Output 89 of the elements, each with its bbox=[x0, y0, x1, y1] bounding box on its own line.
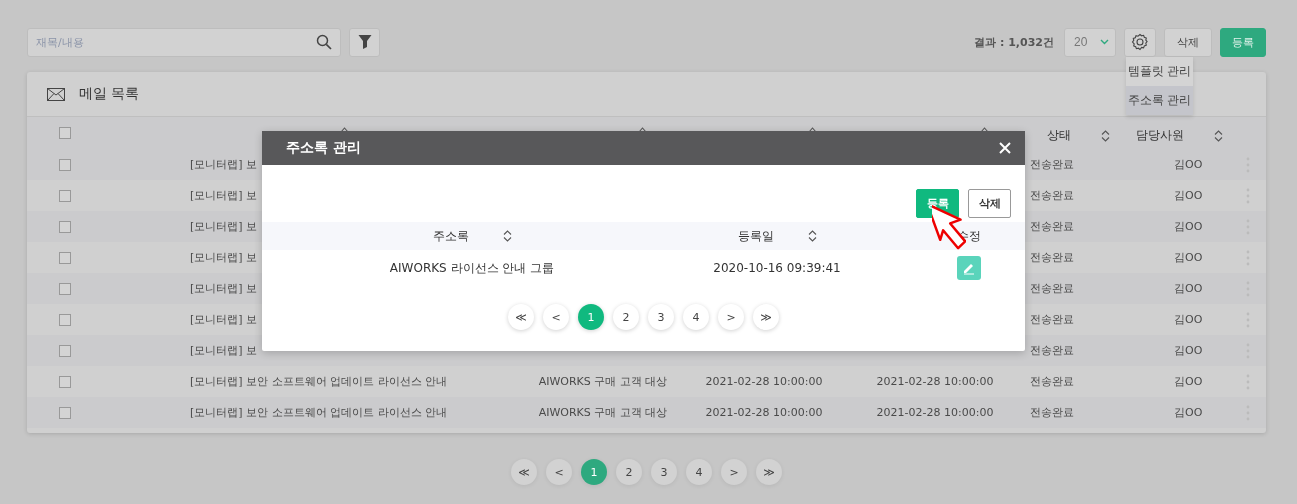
table-cell: AIWORKS 라이선스 안내 그룹 bbox=[389, 259, 555, 277]
page-button[interactable]: 3 bbox=[651, 459, 677, 485]
menu-item[interactable]: 주소록 관리 bbox=[1126, 86, 1193, 115]
filter-button[interactable] bbox=[349, 27, 380, 57]
page-button[interactable]: 2 bbox=[613, 304, 639, 330]
checkbox[interactable] bbox=[58, 158, 71, 171]
page-button[interactable]: ≪ bbox=[508, 304, 534, 330]
page-button[interactable]: < bbox=[546, 459, 572, 485]
table-cell: AIWORKS 구매 고객 대상 bbox=[538, 405, 668, 420]
result-count: 결과 : 1,032건 bbox=[974, 34, 1054, 50]
table-cell: 전송완료 bbox=[1030, 188, 1074, 203]
checkbox[interactable] bbox=[58, 189, 71, 202]
checkbox[interactable] bbox=[58, 375, 71, 388]
table-cell: 전송완료 bbox=[1030, 343, 1074, 358]
checkbox[interactable] bbox=[58, 127, 71, 139]
menu-item[interactable]: 템플릿 관리 bbox=[1126, 57, 1193, 86]
column-header: 상태 bbox=[1046, 127, 1071, 144]
column-header: 등록일 bbox=[737, 227, 774, 245]
table-cell: 전송완료 bbox=[1030, 405, 1074, 420]
table-cell: 전송완료 bbox=[1030, 157, 1074, 172]
table-cell: [모니터랩] 보 bbox=[190, 343, 258, 358]
column-header: 담당사원 bbox=[1135, 127, 1184, 144]
table-cell: 전송완료 bbox=[1030, 250, 1074, 265]
table-cell: 김OO bbox=[1174, 343, 1203, 358]
checkbox[interactable] bbox=[58, 220, 71, 233]
page-button[interactable]: ≫ bbox=[753, 304, 779, 330]
table-cell: 김OO bbox=[1174, 281, 1203, 296]
table-cell: 김OO bbox=[1174, 219, 1203, 234]
table-cell: 김OO bbox=[1174, 405, 1203, 420]
sort-icon[interactable] bbox=[1213, 129, 1223, 142]
filter-icon bbox=[357, 34, 372, 50]
table-cell: 김OO bbox=[1174, 250, 1203, 265]
table-cell: 전송완료 bbox=[1030, 374, 1074, 389]
table-cell: [모니터랩] 보 bbox=[190, 312, 258, 327]
search-field[interactable]: 재목/내용 bbox=[27, 27, 341, 57]
chevron-down-icon bbox=[1100, 39, 1109, 45]
table-cell: [모니터랩] 보 bbox=[190, 219, 258, 234]
page-button[interactable]: > bbox=[718, 304, 744, 330]
checkbox[interactable] bbox=[58, 282, 71, 295]
sort-up-icon[interactable] bbox=[638, 127, 647, 133]
column-header: 주소록 bbox=[432, 227, 469, 245]
sort-icon[interactable] bbox=[502, 230, 512, 242]
page-button[interactable]: > bbox=[721, 459, 747, 485]
sort-icon[interactable] bbox=[807, 230, 817, 242]
page-button[interactable]: 2 bbox=[616, 459, 642, 485]
table-cell: 김OO bbox=[1174, 374, 1203, 389]
sort-up-icon[interactable] bbox=[980, 127, 989, 133]
table-cell: 2021-02-28 10:00:00 bbox=[705, 406, 823, 419]
sort-icon[interactable] bbox=[1100, 129, 1110, 142]
table-cell: 김OO bbox=[1174, 188, 1203, 203]
table-cell: [모니터랩] 보 bbox=[190, 281, 258, 296]
card-title: 메일 목록 bbox=[79, 85, 140, 103]
page-button[interactable]: ≫ bbox=[756, 459, 782, 485]
checkbox[interactable] bbox=[58, 406, 71, 419]
table-cell: 2020-10-16 09:39:41 bbox=[713, 261, 841, 275]
table-cell: [모니터랩] 보 bbox=[190, 250, 258, 265]
table-cell: 전송완료 bbox=[1030, 312, 1074, 327]
table-cell: [모니터랩] 보안 소프트웨어 업데이트 라이선스 안내 bbox=[190, 405, 448, 420]
page-button[interactable]: 4 bbox=[683, 304, 709, 330]
envelope-icon bbox=[47, 87, 65, 101]
edit-button[interactable] bbox=[956, 256, 981, 280]
checkbox[interactable] bbox=[58, 251, 71, 264]
checkbox[interactable] bbox=[58, 313, 71, 326]
table-cell: [모니터랩] 보안 소프트웨어 업데이트 라이선스 안내 bbox=[190, 374, 448, 389]
sort-up-icon[interactable] bbox=[340, 127, 349, 133]
table-cell: 2021-02-28 10:00:00 bbox=[876, 375, 994, 388]
table-cell: 전송완료 bbox=[1030, 281, 1074, 296]
checkbox[interactable] bbox=[58, 344, 71, 357]
page-button[interactable]: 3 bbox=[648, 304, 674, 330]
table-cell: 2021-02-28 10:00:00 bbox=[705, 375, 823, 388]
dialog-title: 주소록 관리 bbox=[286, 139, 361, 157]
table-cell: [모니터랩] 보 bbox=[190, 188, 258, 203]
pencil-icon bbox=[961, 261, 976, 275]
close-icon[interactable] bbox=[999, 142, 1011, 154]
settings-icon bbox=[1131, 33, 1149, 51]
delete-button[interactable]: 삭제 bbox=[968, 189, 1011, 218]
table-cell: 김OO bbox=[1174, 312, 1203, 327]
table-cell: AIWORKS 구매 고객 대상 bbox=[538, 374, 668, 389]
page-button[interactable]: ≪ bbox=[511, 459, 537, 485]
table-cell: 김OO bbox=[1174, 157, 1203, 172]
search-icon[interactable] bbox=[316, 33, 332, 50]
settings-button[interactable] bbox=[1124, 27, 1156, 57]
sort-up-icon[interactable] bbox=[808, 127, 817, 133]
table-cell: 2021-02-28 10:00:00 bbox=[876, 406, 994, 419]
page-button[interactable]: 4 bbox=[686, 459, 712, 485]
delete-button[interactable]: 삭제 bbox=[1164, 27, 1212, 57]
page-button[interactable]: < bbox=[543, 304, 569, 330]
table-cell: 전송완료 bbox=[1030, 219, 1074, 234]
table-cell: [모니터랩] 보 bbox=[190, 157, 258, 172]
